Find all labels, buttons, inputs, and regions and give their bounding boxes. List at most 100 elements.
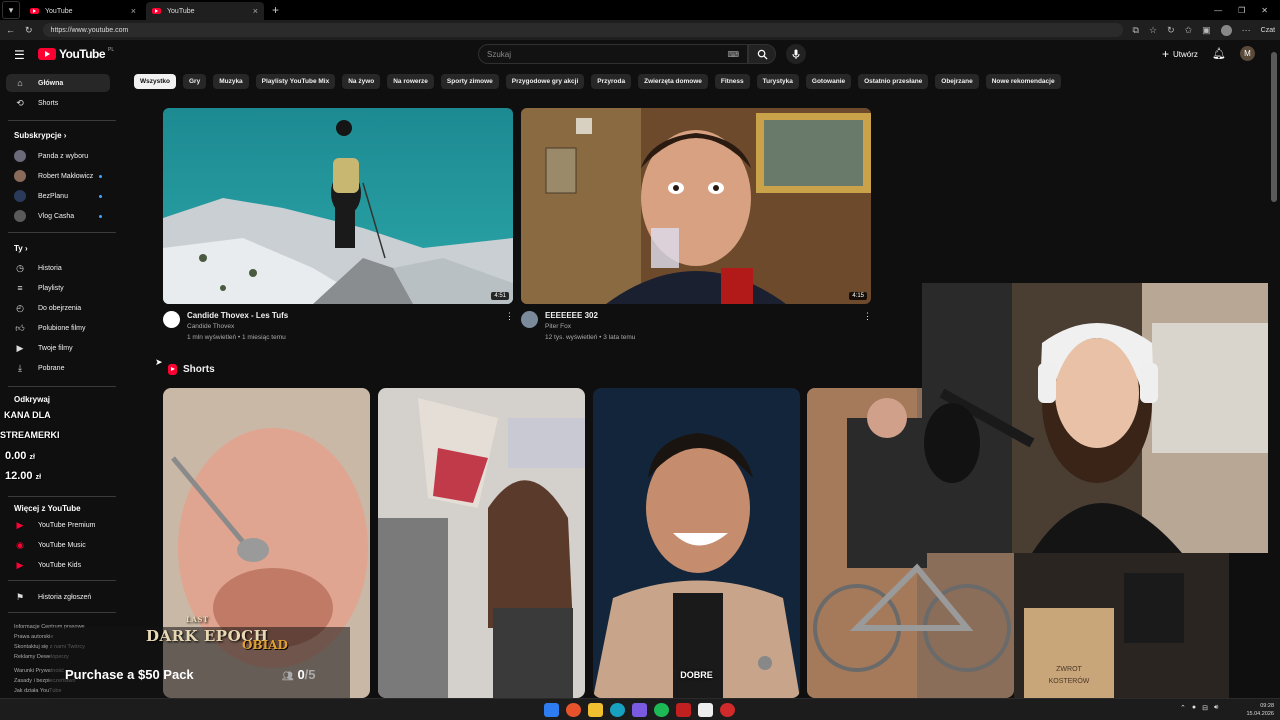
channel-name[interactable]: Piter Fox xyxy=(545,323,571,330)
browser-app-icon[interactable] xyxy=(566,703,581,717)
favorite-icon[interactable]: ☆ xyxy=(1149,25,1157,36)
sidebar-item-music[interactable]: ◉ YouTube Music xyxy=(6,536,110,554)
chevron-up-icon[interactable]: ⌃ xyxy=(1180,704,1186,712)
sidebar-item-downloads[interactable]: ⤓ Pobrane xyxy=(6,359,110,377)
sidebar-item-kids[interactable]: ▶ YouTube Kids xyxy=(6,556,110,574)
extensions-icon[interactable]: ⧉ xyxy=(1133,25,1139,36)
windows-start-icon[interactable] xyxy=(544,703,559,717)
url-field[interactable]: https://www.youtube.com xyxy=(42,23,1123,37)
youtube-logo[interactable]: YouTube PL xyxy=(38,47,114,61)
video-thumbnail[interactable]: 4:51 xyxy=(163,108,513,304)
browser-tab[interactable]: YouTube × xyxy=(24,2,142,20)
sidebar-item-subscription[interactable]: Panda z wyboru xyxy=(6,147,110,165)
search-button[interactable] xyxy=(748,44,776,64)
channel-avatar[interactable] xyxy=(521,311,538,328)
filter-chip[interactable]: Na żywo xyxy=(342,74,381,89)
filter-chip[interactable]: Przygodowe gry akcji xyxy=(505,74,585,89)
sidebar-item-subscription[interactable]: BezPlanu xyxy=(6,187,110,205)
close-tab-icon[interactable]: × xyxy=(131,6,136,16)
svg-text:ZWROT: ZWROT xyxy=(1056,666,1082,673)
sidebar-item-shorts[interactable]: ⟲ Shorts xyxy=(6,94,110,112)
sidebar-item-watch-later[interactable]: ◴ Do obejrzenia xyxy=(6,299,110,317)
close-tab-icon[interactable]: × xyxy=(253,6,258,16)
search-placeholder: Szukaj xyxy=(487,50,512,59)
taskbar-apps xyxy=(544,703,735,717)
search-input[interactable]: Szukaj ⌨ xyxy=(478,44,748,64)
more-icon[interactable]: ⋯ xyxy=(1242,25,1251,36)
notifications-bell-icon[interactable]: 🔔︎ xyxy=(1212,47,1226,60)
back-icon[interactable]: ← xyxy=(6,25,15,35)
video-thumbnail[interactable]: 4:15 xyxy=(521,108,871,304)
filter-chip[interactable]: Nowe rekomendacje xyxy=(985,74,1061,89)
maximize-icon[interactable]: ❐ xyxy=(1238,6,1245,15)
reload-icon[interactable]: ↻ xyxy=(25,25,33,36)
sidebar-item-home[interactable]: ⌂ Główna xyxy=(6,74,110,92)
filter-chip[interactable]: Playlisty YouTube Mix xyxy=(255,74,336,89)
create-button[interactable]: + Utwórz xyxy=(1156,45,1204,63)
sidebar-item-liked[interactable]: 👍︎ Polubione filmy xyxy=(6,319,110,337)
video-thumbnail-image xyxy=(521,108,871,304)
edge-icon[interactable] xyxy=(610,703,625,717)
close-window-icon[interactable]: ✕ xyxy=(1261,6,1268,15)
spotify-icon[interactable] xyxy=(654,703,669,717)
profile-avatar[interactable] xyxy=(1220,24,1232,36)
favorites-icon[interactable]: ✩ xyxy=(1185,25,1193,36)
calendar-app-icon[interactable] xyxy=(676,703,691,717)
filter-chip[interactable]: Przyroda xyxy=(591,74,632,89)
short-card[interactable] xyxy=(378,388,585,698)
short-card[interactable]: DOBRE xyxy=(593,388,800,698)
voice-search-button[interactable] xyxy=(786,44,806,64)
filter-chip[interactable]: Ostatnio przesłane xyxy=(858,74,929,89)
more-actions-icon[interactable]: ⋮ xyxy=(863,311,872,322)
channel-avatar xyxy=(14,190,26,202)
filter-chip[interactable]: Na rowerze xyxy=(387,74,434,89)
obs-app-icon[interactable] xyxy=(720,703,735,717)
sidebar-item-history[interactable]: ◷ Historia xyxy=(6,259,110,277)
sidebar-item-premium[interactable]: ▶ YouTube Premium xyxy=(6,516,110,534)
file-explorer-icon[interactable] xyxy=(588,703,603,717)
taskbar-clock[interactable]: 09:28 15.04.2026 xyxy=(1238,702,1274,718)
new-tab-button[interactable]: + xyxy=(272,3,279,17)
channel-avatar[interactable] xyxy=(163,311,180,328)
video-title[interactable]: EEEEEEE 302 xyxy=(545,311,598,320)
toolbar-icons: ⧉ ☆ ↻ ✩ ▣ ⋯ Czat xyxy=(1133,24,1275,36)
browser-tab-active[interactable]: YouTube × xyxy=(146,2,264,20)
filter-chip[interactable]: Obejrzane xyxy=(935,74,979,89)
notes-app-icon[interactable] xyxy=(698,703,713,717)
history-icon: ◷ xyxy=(16,262,24,273)
sidebar-item-label: BezPlanu xyxy=(38,192,68,200)
sidebar-item-subscription[interactable]: Robert Makłowicz xyxy=(6,167,110,185)
copilot-button[interactable]: Czat xyxy=(1261,27,1275,34)
volume-icon[interactable]: 🔊︎ xyxy=(1214,704,1218,712)
tab-actions-button[interactable]: ▾ xyxy=(2,1,20,19)
sidebar-item-playlists[interactable]: ≡ Playlisty xyxy=(6,279,110,297)
keyboard-icon[interactable]: ⌨ xyxy=(727,50,739,59)
refresh-icon[interactable]: ↻ xyxy=(1167,25,1175,36)
sidebar-item-subscription[interactable]: Vlog Casha xyxy=(6,207,110,225)
sidebar-item-label: Historia xyxy=(38,264,62,272)
filter-chip[interactable]: Sporty zimowe xyxy=(440,74,499,89)
collections-icon[interactable]: ▣ xyxy=(1202,25,1211,36)
network-icon[interactable]: ⊟ xyxy=(1202,704,1208,712)
page-scrollbar[interactable] xyxy=(1268,40,1280,698)
you-header[interactable]: Ty › xyxy=(14,244,28,253)
video-title[interactable]: Candide Thovex - Les Tufs xyxy=(187,311,288,320)
filter-chip[interactable]: Gry xyxy=(182,74,207,89)
channel-name[interactable]: Candide Thovex xyxy=(187,323,234,330)
filter-chip[interactable]: Muzyka xyxy=(213,74,249,89)
subscriptions-header[interactable]: Subskrypcje › xyxy=(14,131,66,140)
minimize-icon[interactable]: — xyxy=(1214,6,1222,15)
sidebar-item-your-videos[interactable]: ▶ Twoje filmy xyxy=(6,339,110,357)
filter-chip[interactable]: Wszystko xyxy=(134,74,176,89)
guide-menu-icon[interactable]: ☰ xyxy=(14,48,25,62)
filter-chip[interactable]: Fitness xyxy=(714,74,750,89)
filter-chip[interactable]: Zwierzęta domowe xyxy=(638,74,708,89)
sidebar-item-report-history[interactable]: ⚑ Historia zgłoszeń xyxy=(6,588,110,606)
discord-icon[interactable] xyxy=(632,703,647,717)
account-avatar[interactable]: M xyxy=(1240,46,1255,61)
filter-chip[interactable]: Turystyka xyxy=(756,74,799,89)
more-actions-icon[interactable]: ⋮ xyxy=(505,311,514,322)
filter-chip[interactable]: Gotowanie xyxy=(805,74,852,89)
mic-tray-icon[interactable]: ● xyxy=(1192,704,1196,712)
scrollbar-thumb[interactable] xyxy=(1271,52,1277,202)
